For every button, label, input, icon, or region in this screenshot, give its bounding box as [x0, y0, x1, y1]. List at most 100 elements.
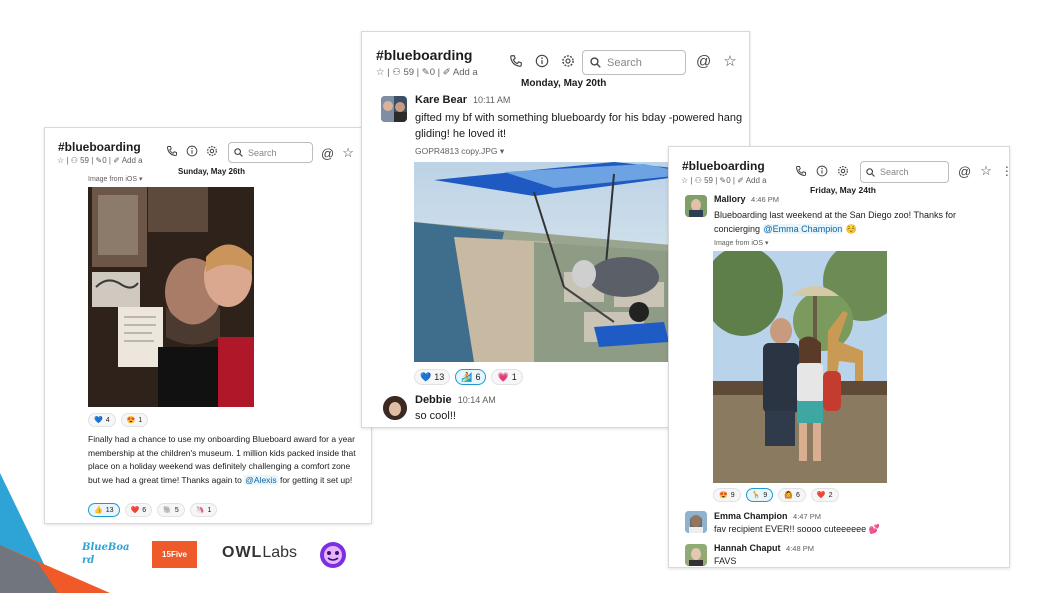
search-input[interactable]: Search: [860, 161, 949, 183]
avatar[interactable]: [383, 396, 407, 420]
reaction-pill[interactable]: ❤️ 2: [810, 488, 839, 502]
reaction-pill[interactable]: ❤️ 6: [124, 503, 153, 517]
message-header: Hannah Chaput 4:48 PM: [714, 543, 814, 553]
pin-count[interactable]: 0: [430, 67, 435, 78]
gear-icon[interactable]: [206, 145, 218, 157]
reaction-emoji: 💙: [94, 417, 103, 424]
reaction-pill[interactable]: 💗 1: [491, 369, 523, 385]
more-icon[interactable]: ⋮: [1001, 164, 1009, 178]
reaction-count: 6: [142, 506, 147, 514]
message-body-end: for getting it set up!: [279, 474, 353, 485]
reaction-pill[interactable]: 😍 1: [120, 413, 149, 427]
at-icon[interactable]: @: [958, 164, 971, 179]
phone-icon[interactable]: [795, 165, 807, 177]
reaction-count: 9: [730, 491, 735, 499]
slack-window-right: #blueboarding ☆ | ⚇ 59 | ✎0 | ✐ Add a Se…: [668, 146, 1010, 568]
reaction-count: 1: [511, 372, 517, 382]
attachment-label[interactable]: GOPR4813 copy.JPG ▾: [415, 146, 504, 157]
person-icon: ⚇: [70, 156, 78, 165]
star-icon[interactable]: ☆: [723, 52, 736, 70]
attachment-label[interactable]: Image from iOS ▾: [714, 239, 768, 247]
at-icon[interactable]: @: [321, 146, 334, 161]
info-icon[interactable]: [186, 145, 198, 157]
reaction-bar-top: 💙 4 😍 1: [88, 413, 149, 427]
user-name[interactable]: Debbie: [415, 394, 452, 406]
user-name[interactable]: Emma Champion: [714, 511, 788, 521]
reaction-pill[interactable]: 💙 13: [414, 369, 451, 385]
reaction-pill[interactable]: 🐘 5: [157, 503, 185, 517]
gear-icon[interactable]: [837, 165, 849, 177]
reaction-pill[interactable]: 👍 13: [88, 503, 120, 517]
user-name[interactable]: Mallory: [714, 194, 746, 204]
message-time[interactable]: 10:14 AM: [458, 395, 496, 405]
message-time[interactable]: 4:48 PM: [786, 544, 814, 553]
channel-meta: ☆ | ⚇ 59 | ✎0 | ✐ Add a: [376, 67, 478, 78]
zoo-photo-art: [713, 251, 887, 483]
museum-photo[interactable]: [88, 187, 254, 407]
search-input[interactable]: Search: [582, 50, 686, 75]
mention-link[interactable]: @Alexis: [244, 474, 278, 485]
message-time[interactable]: 10:11 AM: [473, 95, 510, 105]
member-count[interactable]: 59: [704, 176, 713, 185]
star-icon[interactable]: ☆: [376, 67, 385, 78]
message-text: FAVS: [714, 556, 737, 566]
avatar-art: [381, 96, 407, 122]
message-text: gifted my bf with something blueboardy f…: [415, 112, 743, 140]
zoo-photo[interactable]: [713, 251, 887, 483]
reaction-count: 13: [105, 506, 114, 514]
reaction-pill[interactable]: 😍 9: [713, 488, 741, 502]
info-icon[interactable]: [535, 54, 549, 68]
header-icons: [166, 145, 218, 157]
member-count[interactable]: 59: [403, 67, 414, 78]
reaction-emoji: 🏄: [461, 371, 473, 382]
slack-window-left: #blueboarding ☆ | ⚇ 59 | ✎0 | ✐ Add a Se…: [44, 127, 372, 524]
pencil-icon: ✐: [442, 67, 451, 78]
reaction-emoji: ❤️: [130, 507, 140, 514]
reaction-pill[interactable]: 🏄 6: [455, 369, 487, 385]
message-text: so cool!!: [415, 410, 456, 422]
star-icon[interactable]: ☆: [681, 176, 688, 185]
message-time[interactable]: 4:47 PM: [793, 512, 821, 521]
reaction-pill[interactable]: 💙 4: [88, 413, 116, 427]
star-icon[interactable]: ☆: [342, 145, 354, 161]
reaction-count: 9: [763, 491, 768, 499]
user-name[interactable]: Hannah Chaput: [714, 543, 781, 553]
star-icon[interactable]: ☆: [57, 156, 64, 165]
phone-icon[interactable]: [509, 54, 523, 68]
mention-link[interactable]: @Emma Champion: [762, 224, 844, 234]
blueboard-logo-text: BlueBoard: [82, 542, 130, 566]
at-icon[interactable]: @: [696, 53, 711, 70]
reaction-pill[interactable]: 🙆 6: [778, 488, 806, 502]
date-divider: Monday, May 20th: [521, 78, 607, 89]
reaction-pill[interactable]: 🦄 1: [189, 503, 218, 517]
user-name[interactable]: Kare Bear: [415, 94, 467, 106]
reaction-count: 2: [828, 491, 833, 499]
message-header: Mallory 4:46 PM: [714, 194, 779, 204]
phone-icon[interactable]: [166, 145, 178, 157]
add-topic[interactable]: Add a: [453, 67, 478, 78]
reaction-count: 1: [207, 506, 212, 514]
message-time[interactable]: 4:46 PM: [751, 195, 779, 204]
channel-title: #blueboarding: [682, 159, 765, 173]
reaction-emoji: 👍: [94, 507, 103, 514]
attachment-label[interactable]: Image from iOS ▾: [88, 175, 142, 183]
reaction-pill[interactable]: 🦒 9: [745, 488, 774, 502]
avatar[interactable]: [685, 511, 707, 533]
avatar[interactable]: [381, 96, 407, 122]
pin-count[interactable]: 0: [726, 176, 730, 185]
avatar[interactable]: [685, 544, 707, 566]
avatar-art: [383, 396, 407, 420]
star-icon[interactable]: ☆: [980, 163, 992, 179]
add-topic[interactable]: Add a: [122, 156, 143, 165]
reaction-count: 6: [475, 372, 481, 382]
reaction-emoji: 💗: [497, 371, 509, 382]
avatar[interactable]: [685, 195, 707, 217]
search-input[interactable]: Search: [228, 142, 313, 163]
avatar-art: [685, 195, 707, 217]
pin-count[interactable]: 0: [102, 156, 106, 165]
reaction-emoji: ❤️: [816, 492, 826, 499]
info-icon[interactable]: [816, 165, 828, 177]
member-count[interactable]: 59: [80, 156, 89, 165]
add-topic[interactable]: Add a: [746, 176, 767, 185]
gear-icon[interactable]: [561, 54, 575, 68]
